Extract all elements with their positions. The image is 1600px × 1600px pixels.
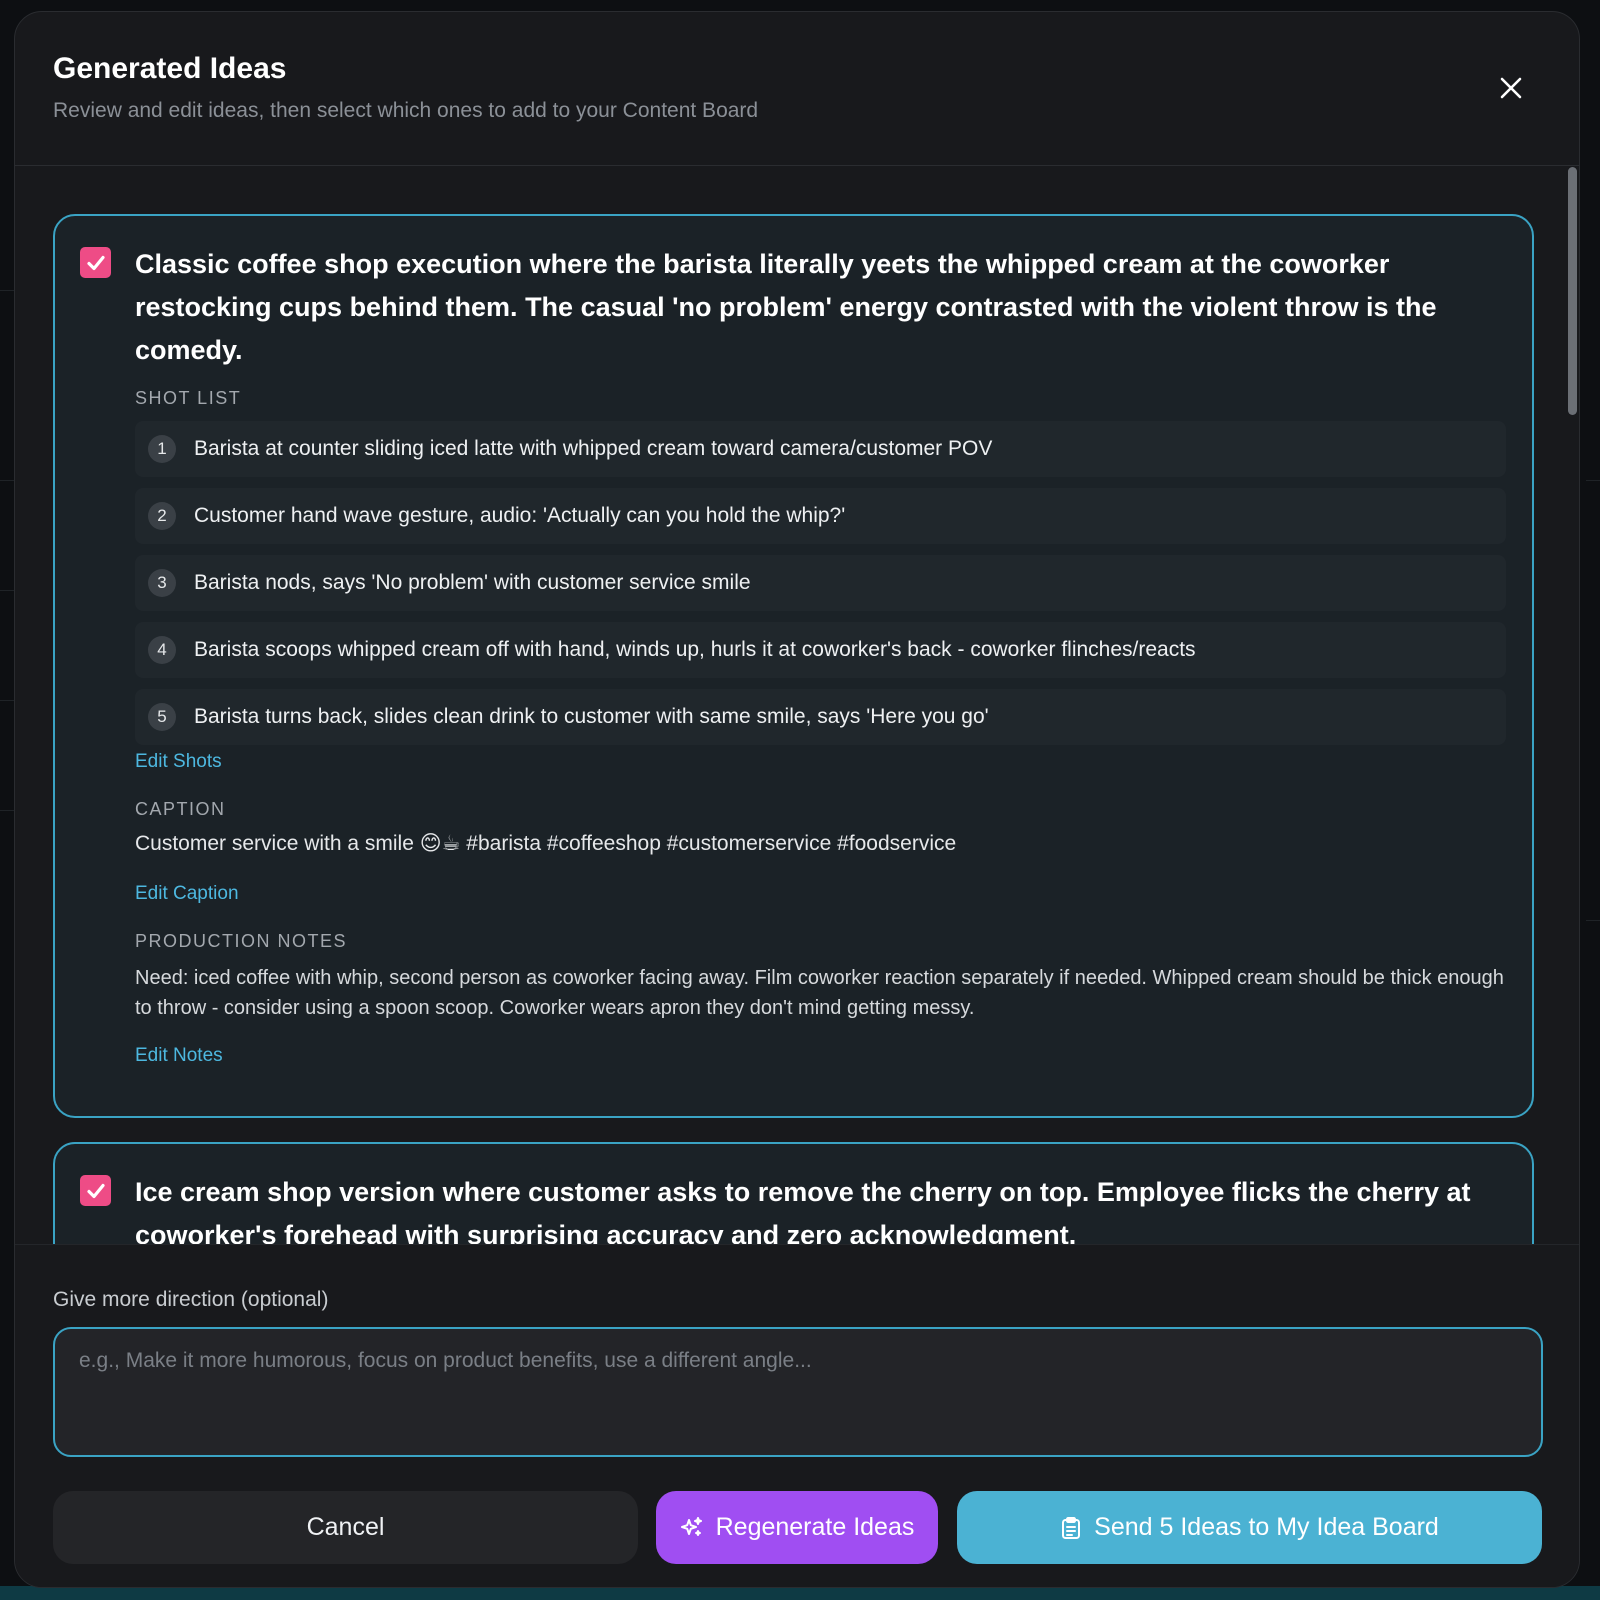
regenerate-ideas-label: Regenerate Ideas bbox=[715, 1513, 915, 1541]
close-icon bbox=[1500, 77, 1522, 99]
background-page-strip bbox=[0, 1586, 1600, 1600]
checkmark-icon bbox=[86, 1183, 105, 1198]
caption-label: CAPTION bbox=[135, 799, 226, 819]
dialog-header: Generated Ideas Review and edit ideas, t… bbox=[15, 12, 1579, 166]
regenerate-ideas-button[interactable]: Regenerate Ideas bbox=[656, 1491, 938, 1564]
cancel-button-label: Cancel bbox=[306, 1513, 385, 1541]
dialog-subtitle: Review and edit ideas, then select which… bbox=[53, 99, 759, 122]
direction-label: Give more direction (optional) bbox=[53, 1288, 329, 1311]
shot-list: 1 Barista at counter sliding iced latte … bbox=[135, 421, 1506, 756]
idea-title: Classic coffee shop execution where the … bbox=[135, 249, 1437, 365]
scrollbar-thumb[interactable] bbox=[1568, 167, 1577, 415]
idea-checkbox[interactable] bbox=[80, 247, 111, 278]
shot-number: 1 bbox=[148, 435, 176, 463]
direction-input[interactable] bbox=[53, 1327, 1543, 1457]
idea-checkbox[interactable] bbox=[80, 1175, 111, 1206]
shot-row: 2 Customer hand wave gesture, audio: 'Ac… bbox=[135, 488, 1506, 544]
production-notes-text: Need: iced coffee with whip, second pers… bbox=[135, 967, 1504, 1019]
close-button[interactable] bbox=[1493, 70, 1529, 106]
idea-card: Ice cream shop version where customer as… bbox=[53, 1142, 1534, 1244]
shot-number: 4 bbox=[148, 636, 176, 664]
sparkles-icon bbox=[680, 1516, 704, 1540]
shot-number: 3 bbox=[148, 569, 176, 597]
dialog-title: Generated Ideas bbox=[53, 52, 287, 85]
shot-row: 4 Barista scoops whipped cream off with … bbox=[135, 622, 1506, 678]
shot-row: 5 Barista turns back, slides clean drink… bbox=[135, 689, 1506, 745]
send-ideas-label: Send 5 Ideas to My Idea Board bbox=[1094, 1513, 1439, 1541]
shot-number: 2 bbox=[148, 502, 176, 530]
idea-title: Ice cream shop version where customer as… bbox=[135, 1177, 1471, 1244]
caption-text: Customer service with a smile 😊☕ #barist… bbox=[135, 832, 957, 855]
idea-card: Classic coffee shop execution where the … bbox=[53, 214, 1534, 1118]
shot-text: Barista scoops whipped cream off with ha… bbox=[194, 638, 1196, 661]
checkmark-icon bbox=[86, 255, 105, 270]
shot-text: Barista turns back, slides clean drink t… bbox=[194, 705, 989, 728]
shot-row: 3 Barista nods, says 'No problem' with c… bbox=[135, 555, 1506, 611]
shot-list-label: SHOT LIST bbox=[135, 388, 242, 408]
shot-text: Barista at counter sliding iced latte wi… bbox=[194, 437, 993, 460]
ideas-list[interactable]: Classic coffee shop execution where the … bbox=[15, 167, 1579, 1244]
generated-ideas-dialog: Generated Ideas Review and edit ideas, t… bbox=[14, 11, 1580, 1588]
send-ideas-button[interactable]: Send 5 Ideas to My Idea Board bbox=[957, 1491, 1542, 1564]
clipboard-icon bbox=[1060, 1516, 1082, 1540]
shot-row: 1 Barista at counter sliding iced latte … bbox=[135, 421, 1506, 477]
shot-text: Customer hand wave gesture, audio: 'Actu… bbox=[194, 504, 846, 527]
edit-notes-link[interactable]: Edit Notes bbox=[135, 1045, 223, 1067]
shot-text: Barista nods, says 'No problem' with cus… bbox=[194, 571, 751, 594]
shot-number: 5 bbox=[148, 703, 176, 731]
edit-shots-link[interactable]: Edit Shots bbox=[135, 751, 222, 773]
production-notes-label: PRODUCTION NOTES bbox=[135, 931, 348, 951]
edit-caption-link[interactable]: Edit Caption bbox=[135, 883, 239, 905]
dialog-footer: Give more direction (optional) Cancel Re… bbox=[15, 1244, 1579, 1587]
cancel-button[interactable]: Cancel bbox=[53, 1491, 638, 1564]
